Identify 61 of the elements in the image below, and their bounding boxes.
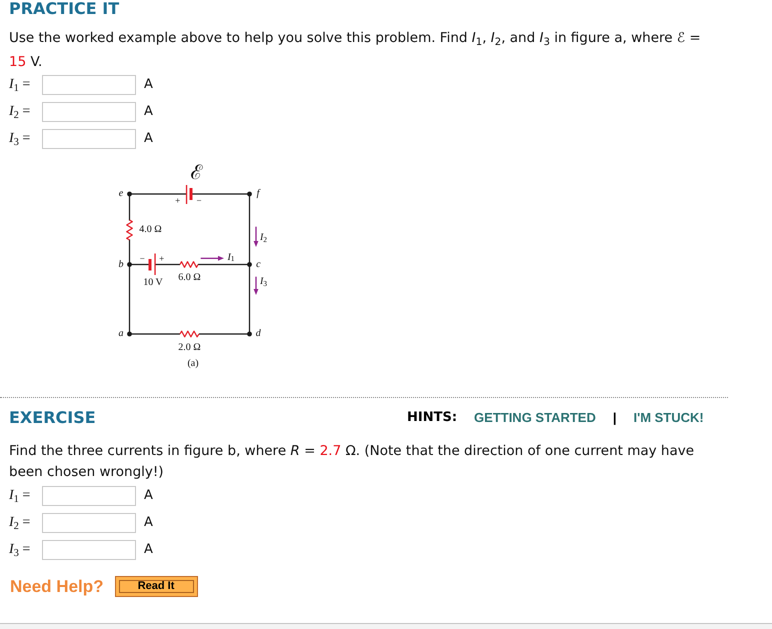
unit-label: A (144, 514, 153, 532)
unit-label: A (144, 487, 153, 506)
resistance-label: 4.0 Ω (139, 225, 162, 235)
node-dot (247, 262, 252, 267)
answer-field[interactable] (42, 513, 136, 533)
answer-label: I$_{3}$ = (9, 541, 32, 560)
unit-label: A (144, 541, 153, 560)
answer-field[interactable] (42, 75, 136, 95)
current-label: I$_{3}$ (260, 277, 268, 287)
answer-label: I$_{3}$ = (9, 130, 32, 149)
answer-label: I$_{2}$ = (9, 514, 32, 533)
read-button[interactable]: Read It (114, 576, 198, 597)
resistance-label: 2.0 Ω (178, 342, 201, 353)
hint-link[interactable]: GETTING STARTED (474, 408, 596, 428)
node-dot (247, 192, 252, 196)
current-arrow (200, 256, 224, 261)
current-arrow (254, 276, 258, 295)
polarity-sign: + (175, 196, 180, 206)
answer-field[interactable] (42, 540, 136, 560)
node-label: c (256, 260, 261, 270)
node-dot (127, 192, 132, 196)
current-label: I$_{2}$ (260, 233, 268, 243)
unit-label: A (144, 103, 153, 122)
node-label: e (118, 189, 124, 199)
node-dot (127, 332, 132, 336)
section-title: PRACTICE IT (8, 0, 120, 17)
answer-field[interactable] (42, 102, 136, 122)
problem-text: Use the worked example above to help you solve this problem. Find I$_{1}$, I$_{2}$, and I$_{3}$ in figure a, where ℰ = 15 V. (8, 29, 702, 72)
node-label: f (256, 189, 260, 199)
resistance-label: 6.0 Ω (178, 272, 201, 283)
answer-label: I$_{1}$ = (9, 76, 32, 95)
resistor-symbol (126, 219, 133, 241)
figure-caption: (a) (187, 359, 199, 370)
polarity-sign: − (196, 196, 202, 206)
battery-symbol (186, 185, 192, 204)
hints-label: HINTS: (407, 409, 458, 428)
answer-field[interactable] (42, 129, 136, 149)
section-title: EXERCISE (9, 408, 97, 428)
polarity-sign: + (159, 254, 164, 264)
resistor-symbol (179, 261, 199, 268)
emf-label: ℰ (190, 163, 203, 183)
voltage-label: 10 V (143, 278, 163, 288)
need-help-label: Need Help? (10, 576, 104, 598)
node-label: b (118, 260, 124, 270)
resistor-symbol (179, 330, 200, 338)
current-arrow (254, 226, 258, 247)
node-dot (127, 262, 132, 267)
problem-text: Find the three currents in figure b, where R = 2.7 Ω. (Note that the direction of one current may have been chosen wrongly!) (8, 442, 696, 482)
answer-field[interactable] (42, 486, 136, 506)
answer-label: I$_{1}$ = (9, 487, 32, 506)
current-label: I$_{1}$ (227, 252, 235, 262)
unit-label: A (144, 130, 153, 148)
hint-link[interactable]: I'M STUCK! (633, 408, 704, 428)
node-dot (247, 332, 252, 336)
battery-symbol (148, 254, 156, 275)
separator-text: | (612, 409, 616, 428)
unit-label: A (144, 76, 153, 94)
answer-label: I$_{2}$ = (9, 103, 32, 122)
polarity-sign: − (140, 254, 145, 264)
node-label: d (256, 329, 261, 339)
node-label: a (118, 329, 124, 339)
